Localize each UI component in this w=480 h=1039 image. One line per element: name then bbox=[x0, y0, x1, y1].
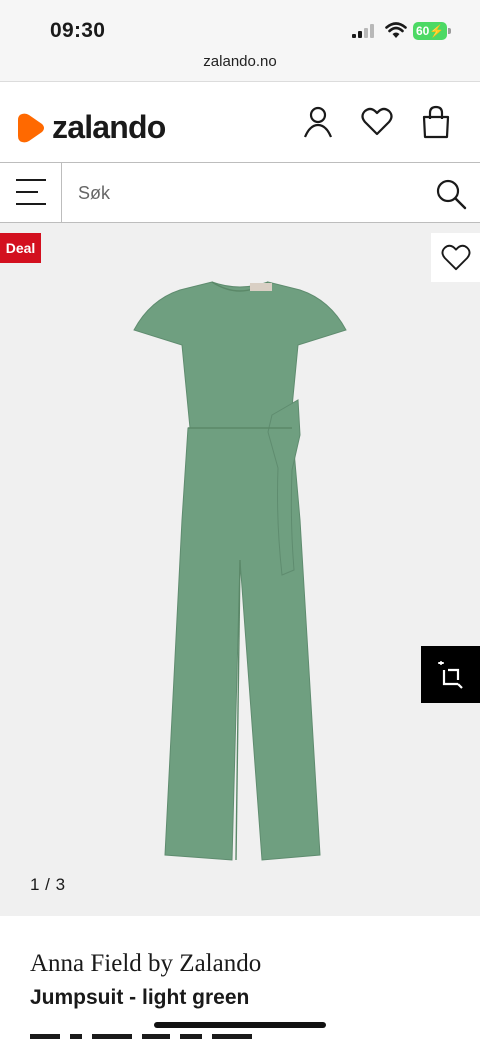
deal-badge: Deal bbox=[0, 233, 41, 263]
status-bar: 09:30 60⚡ zalando.no bbox=[0, 0, 480, 82]
shopping-bag-icon[interactable] bbox=[420, 105, 452, 139]
battery-tip bbox=[448, 28, 451, 34]
menu-icon bbox=[16, 179, 46, 181]
battery-level: 60 bbox=[416, 24, 430, 38]
menu-icon-line bbox=[16, 191, 38, 193]
heart-icon bbox=[441, 244, 470, 270]
home-indicator[interactable] bbox=[154, 1022, 326, 1028]
zalando-logo[interactable]: zalando bbox=[16, 109, 166, 146]
user-icon[interactable] bbox=[302, 105, 334, 139]
search-input[interactable] bbox=[78, 181, 418, 205]
heart-icon[interactable] bbox=[361, 105, 393, 139]
wifi-icon bbox=[385, 22, 407, 38]
wishlist-button[interactable] bbox=[431, 233, 480, 282]
product-gallery[interactable]: Deal 1 / 3 bbox=[0, 223, 480, 916]
compare-icon bbox=[437, 660, 463, 689]
product-brand[interactable]: Anna Field by Zalando bbox=[30, 950, 261, 978]
product-info: Anna Field by Zalando Jumpsuit - light g… bbox=[0, 916, 480, 1039]
site-header: zalando bbox=[0, 83, 480, 162]
product-image[interactable] bbox=[120, 273, 360, 868]
menu-icon-line bbox=[16, 203, 46, 205]
logo-text: zalando bbox=[52, 109, 166, 145]
zalando-logo-icon bbox=[18, 113, 44, 142]
battery-icon: 60⚡ bbox=[413, 22, 447, 40]
menu-button[interactable] bbox=[0, 163, 62, 222]
search-icon[interactable] bbox=[434, 177, 468, 211]
image-counter: 1 / 3 bbox=[30, 875, 66, 894]
search-bar bbox=[0, 162, 480, 223]
cellular-signal-icon bbox=[352, 24, 374, 38]
url-bar[interactable]: zalando.no bbox=[0, 53, 480, 70]
product-name: Jumpsuit - light green bbox=[30, 986, 250, 1009]
compare-button[interactable] bbox=[421, 646, 480, 703]
status-time: 09:30 bbox=[50, 19, 106, 42]
